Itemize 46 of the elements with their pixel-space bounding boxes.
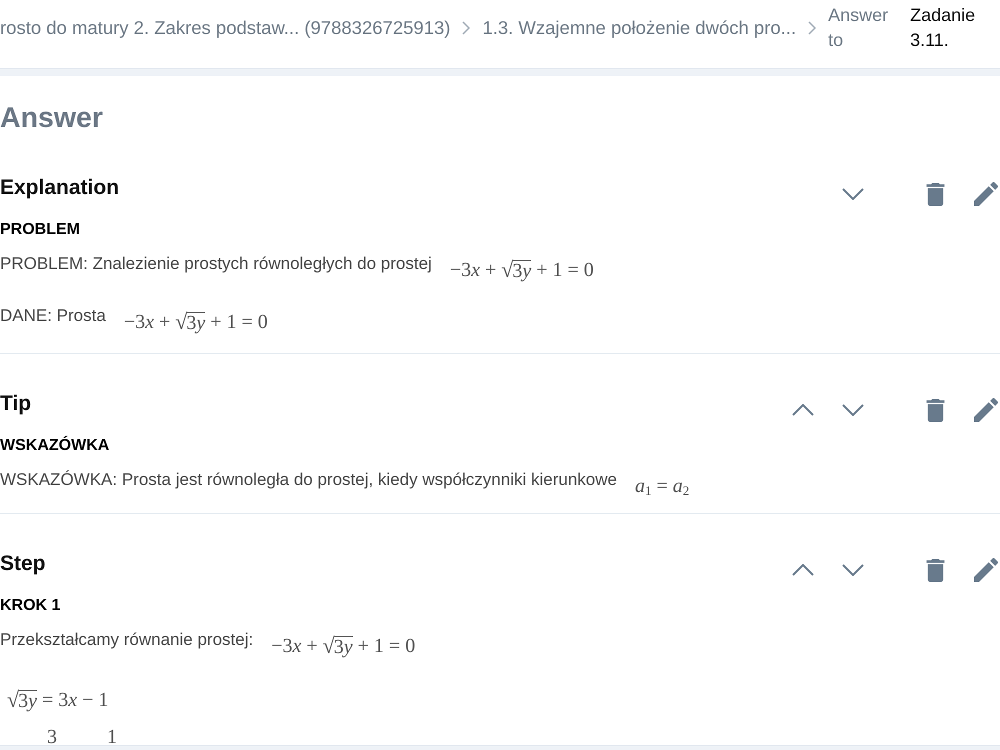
page-title-label: Answer to [828,4,890,52]
trash-icon [926,558,945,582]
chevron-down-icon [842,188,864,200]
math-formula: −3x + √3y + 1 = 0 [124,309,268,335]
section-subheading: PROBLEM [0,220,81,240]
chevron-up-icon [792,564,814,576]
move-up-button[interactable] [792,564,814,576]
chevron-up-icon [792,404,814,416]
move-down-button[interactable] [842,564,864,576]
section-subheading: KROK 1 [0,596,62,616]
chevron-down-icon [842,564,864,576]
pencil-icon [974,398,998,422]
move-down-button[interactable] [842,188,864,200]
paragraph-text: WSKAZÓWKA: Prosta jest równoległa do prostej, kiedy współczynniki kierunkowe [0,469,617,491]
pencil-icon [974,558,998,582]
trash-icon [926,398,945,422]
edit-button[interactable] [974,398,998,422]
move-up-button[interactable] [792,404,814,416]
math-fraction-numerator: 3 [47,725,57,745]
section-subheading: WSKAZÓWKA [0,436,110,456]
page-title: Zadanie 3.11. [910,4,976,52]
paragraph-text: DANE: Prosta [0,305,106,327]
edit-button[interactable] [974,182,998,206]
edit-button[interactable] [974,558,998,582]
delete-button[interactable] [926,182,945,206]
section-title: Step [0,551,46,577]
math-formula: −3x + √3y + 1 = 0 [450,257,594,283]
delete-button[interactable] [926,398,945,422]
page-heading: Answer [0,101,104,134]
trash-icon [926,182,945,206]
pencil-icon [974,182,998,206]
breadcrumb-link[interactable]: 1.3. Wzajemne położenie dwóch pro... [482,16,796,40]
math-fraction-numerator: 1 [107,725,117,745]
section-title: Tip [0,391,32,417]
breadcrumb-link[interactable]: rosto do matury 2. Zakres podstaw... (9788326725913) [0,16,450,40]
move-down-button[interactable] [842,404,864,416]
paragraph-text: PROBLEM: Znalezienie prostych równoległych do prostej [0,253,432,275]
delete-button[interactable] [926,558,945,582]
math-formula: √3y = 3x − 1 [7,687,108,713]
paragraph-text: Przekształcamy równanie prostej: [0,629,254,651]
math-formula: −3x + √3y + 1 = 0 [271,633,416,659]
chevron-down-icon [842,404,864,416]
math-formula: a$_{1}$ = a$_{2}$ [634,474,690,499]
chevron-right-icon [808,21,816,35]
section-title: Explanation [0,175,120,201]
chevron-right-icon [462,21,470,35]
